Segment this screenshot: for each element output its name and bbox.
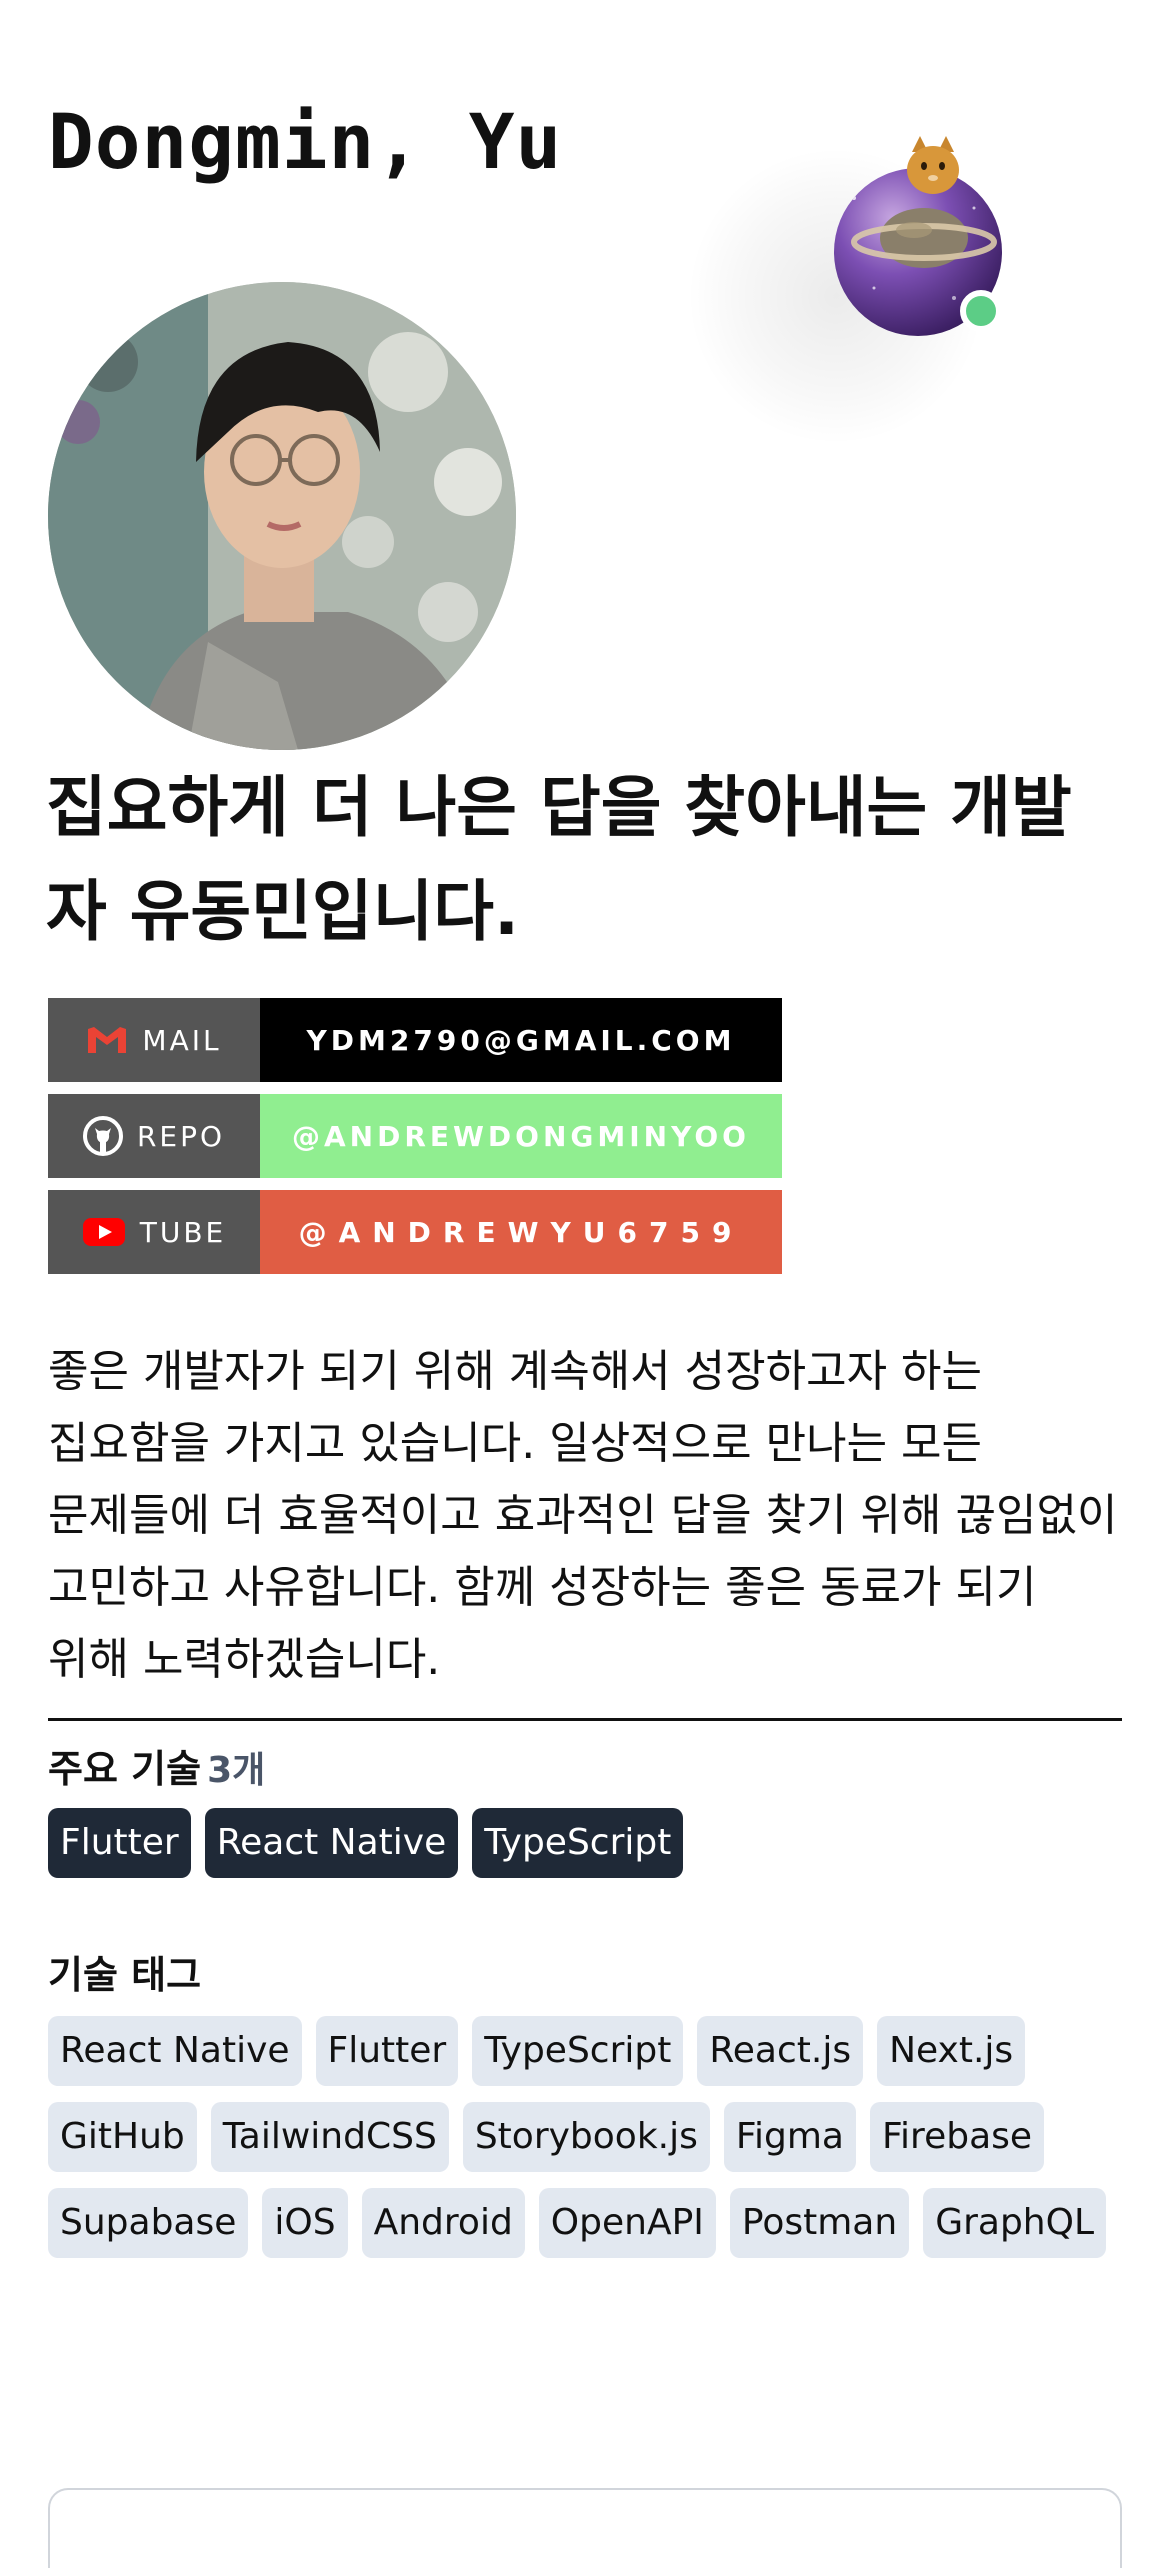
main-skills-title-text: 주요 기술 bbox=[48, 1747, 202, 1791]
intro-text: 좋은 개발자가 되기 위해 계속해서 성장하고자 하는 집요함을 가지고 있습니… bbox=[48, 1346, 1118, 1685]
profile-page: Dongmin, Yu 집요하게 더 나은 답을 찾아내는 개발자 유동민입니다… bbox=[0, 0, 1170, 2568]
tube-badge-value: @ANDREWYU6759 bbox=[260, 1190, 782, 1274]
cat-icon bbox=[907, 136, 959, 194]
repo-badge-value: @ANDREWDONGMINYOO bbox=[260, 1094, 782, 1178]
skill-tags-title: 기술 태그 bbox=[48, 1953, 202, 1997]
main-skill-chip[interactable]: Flutter bbox=[48, 1808, 191, 1878]
main-skills-count: 3개 bbox=[207, 1750, 266, 1791]
skill-tag[interactable]: Firebase bbox=[869, 2102, 1045, 2172]
skill-tag[interactable]: Flutter bbox=[315, 2016, 459, 2086]
skill-tag[interactable]: TypeScript bbox=[472, 2016, 684, 2086]
repo-badge-label: REPO bbox=[136, 1119, 226, 1153]
online-status-dot bbox=[960, 290, 1002, 332]
mail-badge[interactable]: MAIL YDM2790@GMAIL.COM bbox=[48, 998, 782, 1082]
skill-tags-list: React Native Flutter TypeScript React.js… bbox=[48, 2016, 1128, 2258]
skill-tag[interactable]: OpenAPI bbox=[538, 2188, 716, 2258]
headline: 집요하게 더 나은 답을 찾아내는 개발자 유동민입니다. bbox=[46, 769, 1072, 950]
main-skills-title: 주요 기술 3개 bbox=[48, 1738, 265, 1793]
skill-tag[interactable]: GraphQL bbox=[923, 2188, 1107, 2258]
mail-badge-label: MAIL bbox=[142, 1023, 222, 1057]
skill-tag[interactable]: TailwindCSS bbox=[210, 2102, 449, 2172]
skill-tag[interactable]: Android bbox=[361, 2188, 525, 2258]
main-skill-chip[interactable]: TypeScript bbox=[472, 1808, 684, 1878]
mail-badge-value: YDM2790@GMAIL.COM bbox=[260, 998, 782, 1082]
github-icon bbox=[82, 1116, 123, 1156]
main-skills-list: Flutter React Native TypeScript bbox=[48, 1808, 684, 1878]
skill-tag[interactable]: React.js bbox=[697, 2016, 864, 2086]
skill-tag[interactable]: Supabase bbox=[48, 2188, 249, 2258]
skill-tag[interactable]: Figma bbox=[723, 2102, 856, 2172]
skill-tag[interactable]: Next.js bbox=[877, 2016, 1026, 2086]
skill-tag[interactable]: GitHub bbox=[48, 2102, 197, 2172]
skill-tag[interactable]: React Native bbox=[48, 2016, 302, 2086]
skill-tag[interactable]: Postman bbox=[729, 2188, 910, 2258]
youtube-icon bbox=[82, 1218, 125, 1246]
next-section-card bbox=[48, 2488, 1122, 2568]
section-divider bbox=[48, 1718, 1122, 1721]
profile-photo bbox=[48, 282, 516, 750]
main-skill-chip[interactable]: React Native bbox=[204, 1808, 459, 1878]
repo-badge[interactable]: REPO @ANDREWDONGMINYOO bbox=[48, 1094, 782, 1178]
tube-badge[interactable]: TUBE @ANDREWYU6759 bbox=[48, 1190, 782, 1274]
skill-tag[interactable]: Storybook.js bbox=[462, 2102, 710, 2172]
gmail-icon bbox=[88, 1027, 127, 1053]
profile-name: Dongmin, Yu bbox=[48, 97, 563, 186]
skill-tag[interactable]: iOS bbox=[262, 2188, 348, 2258]
tube-badge-label: TUBE bbox=[139, 1215, 227, 1249]
